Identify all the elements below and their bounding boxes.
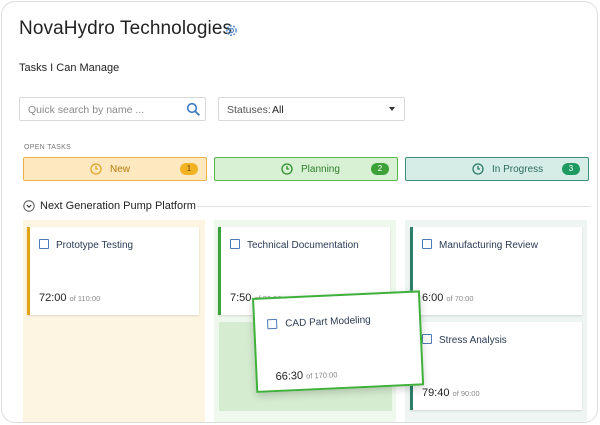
task-name: Stress Analysis — [439, 335, 507, 346]
project-name: Next Generation Pump Platform — [40, 200, 196, 212]
task-time: 6:00 of 70:00 — [422, 292, 474, 304]
column-in-progress: Manufacturing Review 6:00 of 70:00 Stress… — [405, 220, 587, 422]
stage-planning-label: Planning — [301, 164, 340, 175]
stage-in-progress-count: 3 — [562, 163, 580, 175]
task-time-spent: 72:00 — [39, 292, 67, 304]
stage-in-progress-label: In Progress — [492, 164, 544, 175]
task-time-estimate: of 70:00 — [446, 294, 474, 303]
search-box — [19, 97, 206, 121]
task-time-estimate: of 110:00 — [69, 294, 101, 303]
task-name: Technical Documentation — [247, 240, 359, 251]
divider — [197, 206, 591, 207]
stage-new-icon — [90, 163, 102, 175]
page-title: NovaHydro Technologies — [19, 18, 233, 39]
collapse-chevron-icon[interactable] — [23, 200, 35, 212]
dragged-task-card[interactable]: CAD Part Modeling 66:30 of 170:00 — [252, 290, 425, 393]
stage-new-count: 1 — [180, 163, 198, 175]
gear-icon[interactable] — [224, 23, 239, 38]
task-time: 79:40 of 90:00 — [422, 387, 480, 399]
search-icon[interactable] — [186, 102, 200, 116]
task-checkbox[interactable] — [422, 239, 432, 249]
app-frame: NovaHydro Technologies Tasks I Can Manag… — [1, 1, 598, 423]
status-filter-value: All — [272, 104, 284, 116]
task-name: Prototype Testing — [56, 240, 134, 251]
task-card[interactable]: Stress Analysis 79:40 of 90:00 — [410, 322, 582, 410]
task-time-estimate: of 90:00 — [452, 389, 480, 398]
task-card[interactable]: Manufacturing Review 6:00 of 70:00 — [410, 227, 582, 315]
stage-planning[interactable]: Planning 2 — [214, 157, 398, 181]
task-time-estimate: of 170:00 — [305, 370, 338, 381]
stage-new-label: New — [110, 164, 131, 175]
column-new: Prototype Testing 72:00 of 110:00 — [23, 220, 205, 422]
task-time-spent: 66:30 — [275, 369, 304, 384]
stage-in-progress-icon — [472, 163, 484, 175]
task-time: 66:30 of 170:00 — [275, 368, 337, 383]
task-checkbox[interactable] — [422, 334, 432, 344]
search-input[interactable] — [28, 103, 178, 117]
status-filter-label: Statuses: — [227, 104, 271, 116]
stage-planning-icon — [281, 163, 293, 175]
status-filter-dropdown[interactable]: Statuses: All — [218, 97, 405, 121]
task-checkbox[interactable] — [39, 239, 49, 249]
stage-planning-count: 2 — [371, 163, 389, 175]
task-time-spent: 6:00 — [422, 292, 444, 304]
task-card[interactable]: Prototype Testing 72:00 of 110:00 — [27, 227, 199, 315]
open-tasks-label: OPEN TASKS — [24, 144, 72, 151]
stage-new[interactable]: New 1 — [23, 157, 207, 181]
section-subtitle: Tasks I Can Manage — [19, 62, 120, 74]
task-checkbox[interactable] — [266, 318, 278, 330]
task-time: 72:00 of 110:00 — [39, 292, 100, 304]
chevron-down-icon — [389, 107, 395, 111]
task-name: CAD Part Modeling — [284, 314, 371, 330]
task-checkbox[interactable] — [230, 239, 240, 249]
task-name: Manufacturing Review — [439, 240, 538, 251]
stage-in-progress[interactable]: In Progress 3 — [405, 157, 589, 181]
task-time-spent: 7:50 — [230, 292, 252, 304]
task-time-spent: 79:40 — [422, 387, 450, 399]
